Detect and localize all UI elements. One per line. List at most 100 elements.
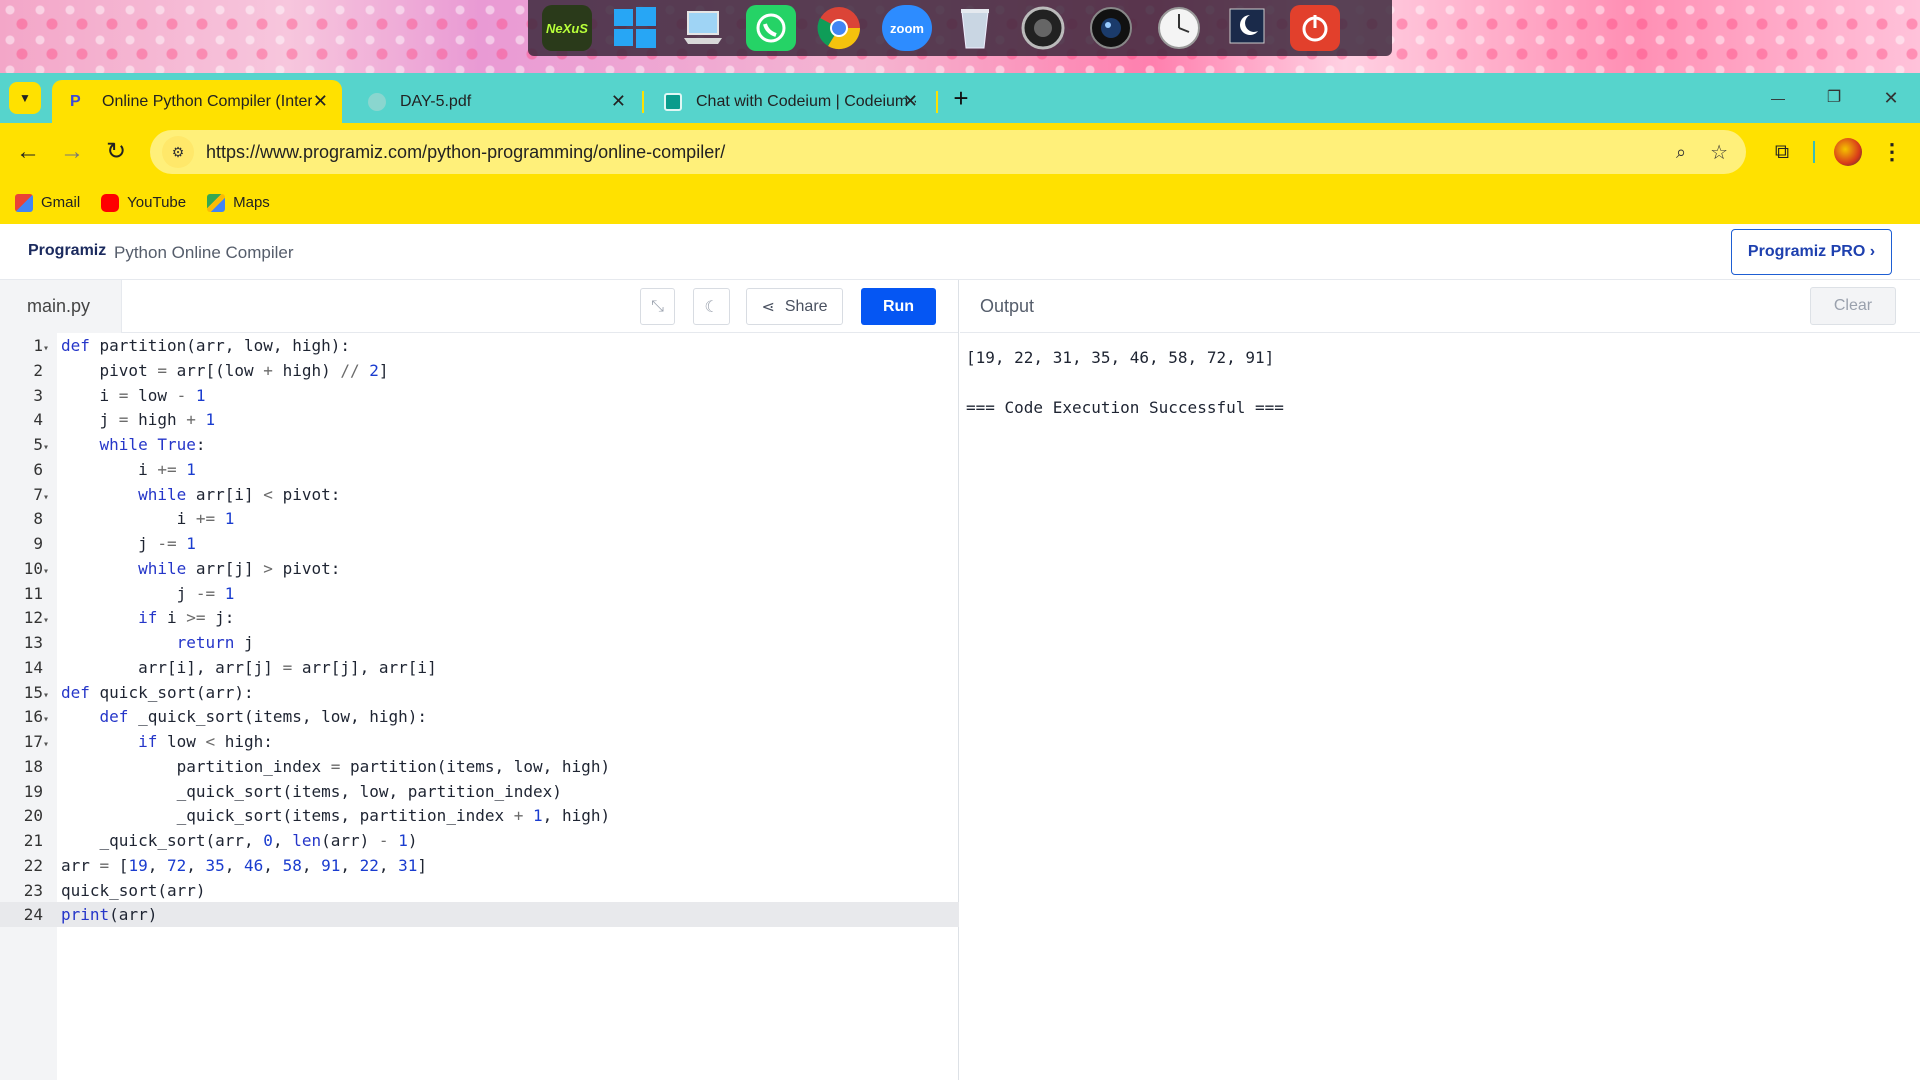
power-icon[interactable] (1290, 5, 1340, 51)
close-tab-icon[interactable]: ✕ (611, 91, 626, 112)
code-line[interactable]: 1▾ def partition(arr, low, high): (0, 333, 959, 358)
code-text: partition_index = partition(items, low, … (61, 757, 611, 776)
programiz-logo[interactable]: Programiz (28, 242, 106, 260)
close-tab-icon[interactable]: ✕ (903, 91, 918, 112)
code-line[interactable]: 10▾ while arr[j] > pivot: (0, 556, 959, 581)
code-line[interactable]: 7▾ while arr[i] < pivot: (0, 482, 959, 507)
browser-toolbar: ← → ↻ ⚙ https://www.programiz.com/python… (0, 123, 1920, 181)
code-line[interactable]: 4 j = high + 1 (0, 407, 959, 432)
code-line[interactable]: 19 _quick_sort(items, low, partition_ind… (0, 779, 959, 804)
address-bar[interactable]: ⚙ https://www.programiz.com/python-progr… (150, 130, 1746, 174)
nexus-icon[interactable]: NeXuS (542, 5, 592, 51)
extensions-icon[interactable]: ⧉ (1766, 136, 1798, 168)
codeium-icon (664, 92, 682, 111)
maps-icon (207, 193, 226, 212)
code-line[interactable]: 17▾ if low < high: (0, 729, 959, 754)
chevron-down-icon: ▼ (19, 91, 31, 105)
reload-button[interactable]: ↻ (100, 136, 132, 168)
tab-codeium-chat[interactable]: Chat with Codeium | Codeium · ✕ (646, 80, 932, 123)
zoom-icon-magnifier[interactable]: ⌕ (1676, 142, 1686, 163)
code-line[interactable]: 18 partition_index = partition(items, lo… (0, 754, 959, 779)
code-line[interactable]: 2 pivot = arr[(low + high) // 2] (0, 358, 959, 383)
audio-icon[interactable] (1018, 5, 1068, 51)
code-line[interactable]: 11 j -= 1 (0, 581, 959, 606)
tab-day5-pdf[interactable]: DAY-5.pdf ✕ (350, 80, 640, 123)
share-label: Share (784, 297, 828, 315)
line-number: 16 (23, 707, 43, 726)
line-number: 2 (33, 361, 43, 380)
code-editor[interactable]: 1▾ def partition(arr, low, high): 2 pivot … (0, 333, 959, 1080)
bookmark-maps[interactable]: Maps (207, 193, 270, 212)
bookmark-label: YouTube (127, 194, 187, 211)
code-line[interactable]: 13 return j (0, 630, 959, 655)
whatsapp-icon[interactable] (746, 5, 796, 51)
dark-mode-button[interactable]: ☾ (693, 288, 730, 325)
minimize-button[interactable]: — (1750, 73, 1806, 123)
forward-button[interactable]: → (56, 136, 88, 168)
output-console[interactable]: [19, 22, 31, 35, 46, 58, 72, 91] === Code… (966, 333, 1906, 1073)
code-line[interactable]: 6 i += 1 (0, 457, 959, 482)
tab-divider (642, 91, 644, 113)
programiz-pro-button[interactable]: Programiz PRO › (1731, 229, 1892, 275)
code-line[interactable]: 21 _quick_sort(arr, 0, len(arr) - 1) (0, 828, 959, 853)
collapse-icon: ⤡ (651, 297, 664, 315)
file-tab-main-py[interactable]: main.py (0, 280, 122, 333)
output-title: Output (980, 296, 1035, 316)
bookmark-gmail[interactable]: Gmail (15, 193, 80, 212)
code-line[interactable]: 5▾ while True: (0, 432, 959, 457)
clear-button[interactable]: Clear (1810, 287, 1896, 325)
line-number: 3 (33, 386, 43, 405)
code-text: j -= 1 (61, 534, 196, 553)
code-line[interactable]: 14 arr[i], arr[j] = arr[j], arr[i] (0, 655, 959, 680)
zoom-icon[interactable]: zoom (882, 5, 932, 51)
tab-label: Chat with Codeium | Codeium · (696, 92, 916, 110)
bookmark-star-icon[interactable]: ☆ (1710, 140, 1728, 165)
site-info-icon[interactable]: ⚙ (162, 136, 194, 168)
fullscreen-button[interactable]: ⤡ (640, 288, 675, 325)
code-text: def _quick_sort(items, low, high): (99, 707, 428, 726)
code-line[interactable]: 15▾ def quick_sort(arr): (0, 680, 959, 705)
bookmark-youtube[interactable]: YouTube (101, 193, 187, 212)
code-line[interactable]: 16▾ def _quick_sort(items, low, high): (0, 704, 959, 729)
tab-online-python-compiler[interactable]: P Online Python Compiler (Interp ✕ (52, 80, 342, 123)
close-window-button[interactable]: ✕ (1862, 73, 1920, 123)
line-number: 24 (23, 905, 43, 924)
code-text: def quick_sort(arr): (61, 683, 254, 702)
logo-text: Programiz (28, 242, 107, 259)
line-number: 5 (33, 435, 43, 454)
code-line[interactable]: 8 i += 1 (0, 506, 959, 531)
line-number: 22 (23, 856, 43, 875)
url-text[interactable]: https://www.programiz.com/python-program… (206, 142, 1676, 163)
share-button[interactable]: ⋖ Share (746, 288, 843, 325)
profile-avatar[interactable] (1834, 138, 1862, 166)
code-line[interactable]: 20 _quick_sort(items, partition_index + … (0, 803, 959, 828)
code-text: j -= 1 (61, 584, 235, 603)
code-text: j = high + 1 (61, 410, 216, 429)
moon-icon: ☾ (704, 298, 719, 316)
computer-icon[interactable] (678, 5, 728, 51)
menu-kebab-icon[interactable]: ⋮ (1878, 136, 1906, 168)
chrome-icon[interactable] (814, 5, 864, 51)
back-button[interactable]: ← (12, 136, 44, 168)
camera-icon[interactable] (1086, 5, 1136, 51)
restore-button[interactable]: ❐ (1806, 73, 1862, 123)
clock-icon[interactable] (1154, 5, 1204, 51)
code-line[interactable]: 3 i = low - 1 (0, 383, 959, 408)
code-line[interactable]: 22 arr = [19, 72, 35, 46, 58, 91, 22, 31] (0, 853, 959, 878)
code-line[interactable]: 9 j -= 1 (0, 531, 959, 556)
windows-icon[interactable] (610, 5, 660, 51)
recycle-bin-icon[interactable] (950, 5, 1000, 51)
new-tab-button[interactable]: + (950, 81, 972, 115)
line-number: 13 (23, 633, 43, 652)
moon-icon[interactable] (1222, 5, 1272, 51)
code-text: _quick_sort(arr, 0, len(arr) - 1) (61, 831, 418, 850)
tab-search-button[interactable]: ▼ (9, 82, 41, 114)
code-line[interactable]: 23 quick_sort(arr) (0, 878, 959, 903)
code-line[interactable]: 24 print(arr) (0, 902, 959, 927)
code-text: print(arr) (61, 905, 158, 924)
code-line[interactable]: 12▾ if i >= j: (0, 605, 959, 630)
line-number: 8 (33, 509, 43, 528)
browser-tab-bar: ▼ P Online Python Compiler (Interp ✕ DAY… (0, 73, 1920, 123)
close-tab-icon[interactable]: ✕ (313, 91, 328, 112)
run-button[interactable]: Run (861, 288, 936, 325)
